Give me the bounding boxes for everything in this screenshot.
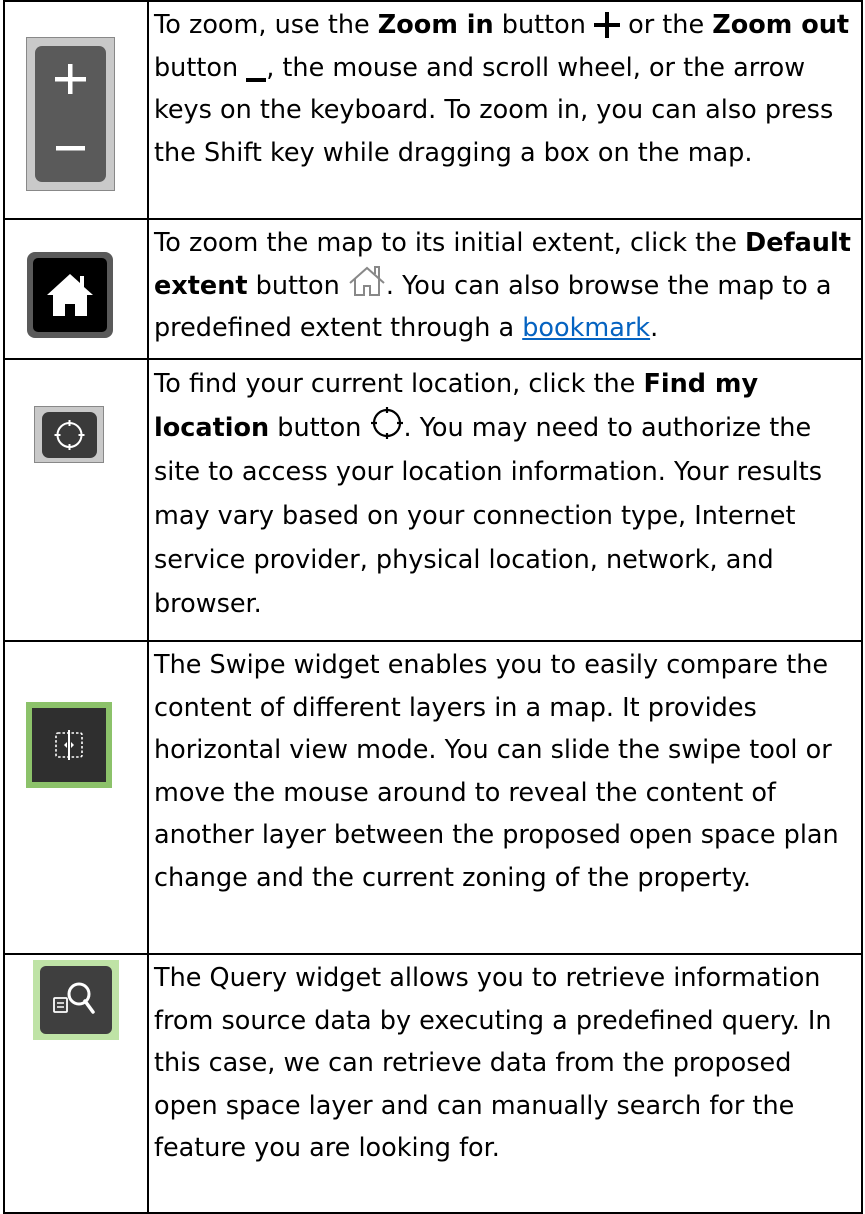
find-location-description: To find your current location, click the… bbox=[154, 369, 822, 619]
crosshair-icon bbox=[54, 420, 85, 450]
query-description: The Query widget allows you to retrieve … bbox=[154, 963, 832, 1164]
zoom-description: To zoom, use the Zoom in button or the Z… bbox=[154, 9, 850, 168]
swipe-icon bbox=[55, 730, 83, 760]
table-row-find-location: To find your current location, click the… bbox=[5, 360, 861, 642]
help-table: To zoom, use the Zoom in button or the Z… bbox=[3, 0, 863, 1214]
zoom-out-icon bbox=[56, 146, 85, 151]
table-row-zoom: To zoom, use the Zoom in button or the Z… bbox=[5, 2, 861, 220]
zoom-in-icon bbox=[55, 64, 86, 94]
home-outline-icon bbox=[348, 265, 386, 297]
query-icon bbox=[53, 982, 95, 1014]
crosshair-icon bbox=[370, 406, 404, 440]
bookmark-link[interactable]: bookmark bbox=[522, 313, 650, 343]
table-row-default-extent: To zoom the map to its initial extent, c… bbox=[5, 220, 861, 360]
zoom-out-icon bbox=[246, 56, 267, 82]
query-widget-thumbnail bbox=[5, 955, 147, 1212]
default-extent-description: To zoom the map to its initial extent, c… bbox=[154, 228, 851, 344]
swipe-description: The Swipe widget enables you to easily c… bbox=[154, 650, 839, 893]
locate-widget-thumbnail bbox=[5, 360, 147, 640]
swipe-widget-thumbnail bbox=[5, 642, 147, 953]
home-icon bbox=[47, 274, 93, 316]
home-widget-thumbnail bbox=[5, 220, 147, 358]
table-row-query: The Query widget allows you to retrieve … bbox=[5, 955, 861, 1212]
table-row-swipe: The Swipe widget enables you to easily c… bbox=[5, 642, 861, 955]
zoom-in-icon bbox=[594, 9, 620, 38]
zoom-widget-thumbnail bbox=[5, 2, 147, 218]
